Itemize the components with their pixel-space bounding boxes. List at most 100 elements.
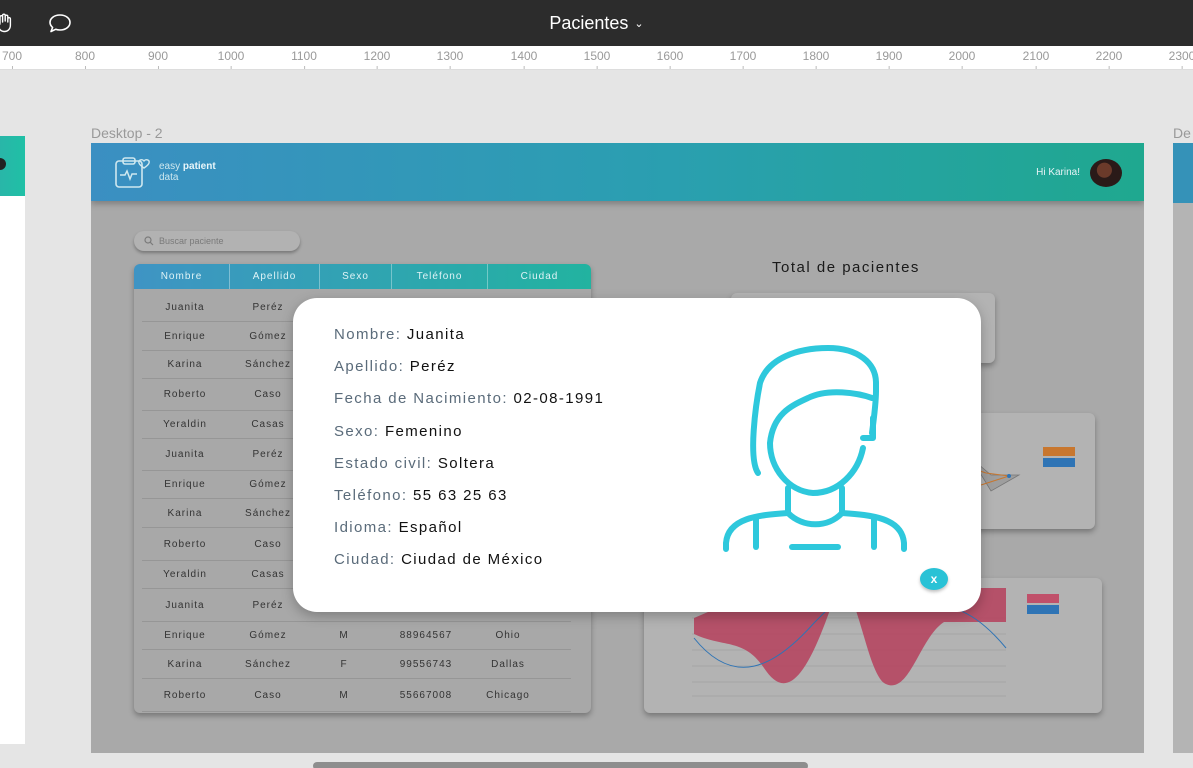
right-frame-preview[interactable] <box>1173 143 1193 753</box>
field-label: Teléfono: <box>334 487 414 504</box>
total-patients-title: Total de pacientes <box>772 259 920 276</box>
table-cell: Caso <box>254 689 282 701</box>
field-value: 02-08-1991 <box>513 390 605 408</box>
ruler-tick: 1000 <box>217 49 245 69</box>
ruler-tick: 700 <box>1 49 23 69</box>
field-label: Fecha de Nacimiento: <box>334 390 514 408</box>
brand-name: easy patient data <box>159 161 216 183</box>
table-cell: Roberto <box>163 689 207 701</box>
female-patient-icon <box>723 345 907 552</box>
app-logo[interactable]: easy patient data <box>113 155 216 189</box>
field-value: Femenino <box>384 422 463 440</box>
table-cell: M <box>339 630 349 641</box>
field-value: 55 63 25 63 <box>413 487 508 504</box>
field-label: Apellido: <box>334 358 410 376</box>
column-header[interactable]: Teléfono <box>392 264 488 289</box>
patient-field: Fecha de Nacimiento: 02-08-1991 <box>334 390 604 407</box>
table-cell: Sánchez <box>245 658 291 670</box>
ruler-tick: 1700 <box>729 49 757 69</box>
ruler-tick: 900 <box>147 49 169 69</box>
field-value: Español <box>398 519 463 537</box>
field-label: Ciudad: <box>334 551 402 569</box>
radar-chart <box>970 447 1075 492</box>
table-cell: F <box>340 658 348 670</box>
table-cell: Enrique <box>164 630 206 641</box>
avatar[interactable] <box>1090 159 1122 187</box>
table-cell: Roberto <box>163 389 207 400</box>
brand-text-light: easy <box>159 161 183 172</box>
frame-label[interactable]: Desktop - 2 <box>91 125 163 141</box>
patient-field: Ciudad: Ciudad de México <box>334 551 544 568</box>
ruler-tick: 2100 <box>1022 49 1050 69</box>
search-input[interactable]: Buscar paciente <box>134 231 300 251</box>
table-cell: Karina <box>167 658 203 670</box>
patient-field: Estado civil: Soltera <box>334 455 495 472</box>
table-cell: Karina <box>167 507 203 519</box>
table-cell: Juanita <box>165 599 205 611</box>
patient-field: Teléfono: 55 63 25 63 <box>334 487 508 504</box>
document-title-dropdown[interactable]: Pacientes ⌄ <box>0 13 1193 34</box>
column-header[interactable]: Sexo <box>320 264 392 289</box>
app-header: easy patient data Hi Karina! <box>91 143 1144 201</box>
ruler-tick: 2200 <box>1095 49 1123 69</box>
field-label: Idioma: <box>334 519 399 537</box>
column-header[interactable]: Apellido <box>230 264 320 289</box>
table-cell: Roberto <box>163 538 207 550</box>
clipboard-heart-icon <box>115 157 150 188</box>
user-greeting: Hi Karina! <box>1036 167 1080 178</box>
field-value: Juanita <box>406 326 466 343</box>
ruler-tick: 1900 <box>875 49 903 69</box>
table-cell: Yeraldin <box>163 419 207 430</box>
left-frame-preview[interactable] <box>0 136 25 744</box>
ruler-tick: 1600 <box>656 49 684 69</box>
patient-field: Apellido: Peréz <box>334 358 456 375</box>
legend-swatch-blue-2 <box>1027 605 1059 614</box>
ruler-tick: 1800 <box>802 49 830 69</box>
right-frame-label[interactable]: De <box>1173 125 1191 141</box>
ruler-tick: 2000 <box>948 49 976 69</box>
field-value: Ciudad de México <box>401 551 544 569</box>
field-label: Nombre: <box>334 326 407 343</box>
table-row[interactable]: Karina Sánchez F 99556743 Dallas <box>142 650 571 679</box>
table-cell: 88964567 <box>399 630 453 641</box>
brand-text-sub: data <box>159 172 179 183</box>
table-header: Nombre Apellido Sexo Teléfono Ciudad <box>134 264 591 289</box>
horizontal-scrollbar[interactable] <box>313 762 808 768</box>
table-cell: Dallas <box>491 658 525 670</box>
table-row[interactable]: Enrique Gómez M 88964567 Ohio <box>142 622 571 650</box>
top-toolbar: Pacientes ⌄ <box>0 0 1193 46</box>
ruler-tick: 2300 <box>1169 49 1193 69</box>
patient-field: Nombre: Juanita <box>334 326 465 343</box>
ruler-tick: 1200 <box>363 49 391 69</box>
field-value: Soltera <box>437 454 496 472</box>
table-row[interactable]: Roberto Caso M 55667008 Chicago <box>142 679 571 712</box>
table-cell: Yeraldin <box>163 569 207 580</box>
document-title: Pacientes <box>549 13 629 33</box>
table-cell: 55667008 <box>399 689 453 701</box>
field-value: Peréz <box>409 358 456 376</box>
ruler-tick: 800 <box>74 49 96 69</box>
ruler-tick: 1300 <box>436 49 464 69</box>
table-cell: Juanita <box>165 449 205 460</box>
field-label: Sexo: <box>334 422 385 440</box>
column-header[interactable]: Nombre <box>134 264 230 289</box>
legend-swatch-orange <box>1043 447 1075 456</box>
field-label: Estado civil: <box>334 454 438 472</box>
table-cell: Ohio <box>495 630 521 641</box>
column-header[interactable]: Ciudad <box>488 264 591 289</box>
search-placeholder: Buscar paciente <box>159 236 224 246</box>
horizontal-ruler: 700 800 900 1000 1100 1200 1300 1400 1500 1600 170… <box>0 46 1193 70</box>
chevron-down-icon: ⌄ <box>634 18 644 30</box>
radar-chart-card <box>970 413 1095 529</box>
table-cell: Enrique <box>164 330 206 342</box>
patient-field: Idioma: Español <box>334 519 463 536</box>
table-cell: M <box>339 689 349 701</box>
table-cell: Karina <box>167 359 203 370</box>
close-button[interactable]: x <box>920 568 948 590</box>
patient-detail-modal: Nombre: Juanita Apellido: Peréz Fecha de N… <box>293 298 981 612</box>
patient-field: Sexo: Femenino <box>334 423 463 440</box>
legend-swatch-blue <box>1043 458 1075 467</box>
table-cell: Gómez <box>249 630 287 641</box>
table-cell: Enrique <box>164 479 206 490</box>
table-cell: Juanita <box>165 302 205 313</box>
